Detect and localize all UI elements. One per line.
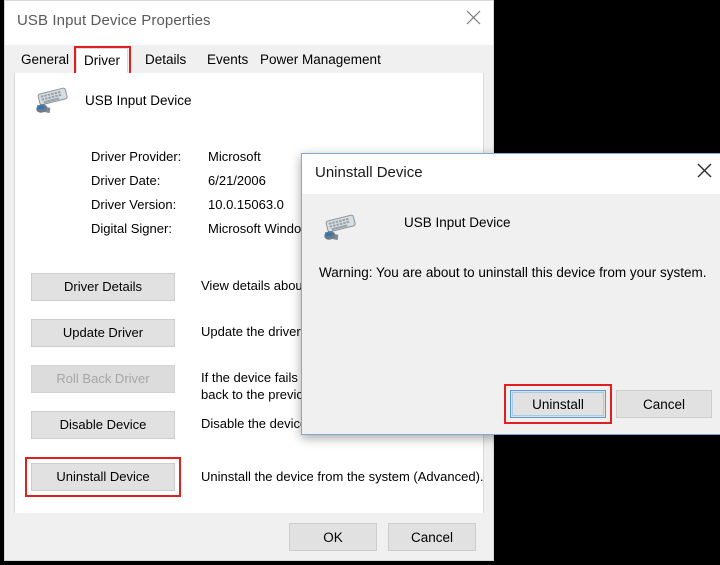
keyboard-mouse-glyph bbox=[324, 214, 356, 241]
tab-general[interactable]: General bbox=[14, 48, 76, 73]
close-glyph bbox=[697, 163, 712, 178]
driver-details-button[interactable]: Driver Details bbox=[31, 273, 175, 301]
roll-back-driver-button[interactable]: Roll Back Driver bbox=[31, 365, 175, 393]
uninstall-device-description: Uninstall the device from the system (Ad… bbox=[201, 469, 484, 484]
cancel-button[interactable]: Cancel bbox=[388, 523, 476, 551]
close-glyph bbox=[466, 10, 481, 25]
driver-version-label: Driver Version: bbox=[91, 197, 177, 212]
dialog-device-name: USB Input Device bbox=[404, 215, 511, 230]
disable-device-description: Disable the device. bbox=[201, 416, 311, 431]
digital-signer-label: Digital Signer: bbox=[91, 221, 172, 236]
tab-details[interactable]: Details bbox=[138, 48, 193, 73]
properties-titlebar: USB Input Device Properties bbox=[5, 1, 493, 45]
uninstall-cancel-button[interactable]: Cancel bbox=[616, 390, 712, 418]
driver-provider-label: Driver Provider: bbox=[91, 149, 182, 164]
tab-events[interactable]: Events bbox=[200, 48, 255, 73]
tab-power-management[interactable]: Power Management bbox=[253, 48, 388, 73]
uninstall-device-button[interactable]: Uninstall Device bbox=[31, 463, 175, 491]
uninstall-dialog-body: USB Input Device Warning: You are about … bbox=[302, 195, 720, 381]
driver-provider-value: Microsoft bbox=[208, 149, 261, 164]
tab-driver[interactable]: Driver bbox=[76, 48, 128, 73]
close-icon[interactable] bbox=[453, 1, 493, 31]
ok-button[interactable]: OK bbox=[289, 523, 377, 551]
tabstrip: General Driver Details Events Power Mana… bbox=[14, 46, 484, 75]
properties-footer: OK Cancel bbox=[5, 513, 493, 560]
device-name-label: USB Input Device bbox=[85, 93, 192, 108]
disable-device-button[interactable]: Disable Device bbox=[31, 411, 175, 439]
update-driver-button[interactable]: Update Driver bbox=[31, 319, 175, 347]
usb-input-device-icon bbox=[319, 212, 363, 246]
close-icon[interactable] bbox=[684, 154, 720, 184]
uninstall-confirm-button[interactable]: Uninstall bbox=[510, 390, 606, 418]
uninstall-dialog-footer: Uninstall Cancel bbox=[302, 381, 720, 435]
page-title: USB Input Device Properties bbox=[17, 12, 211, 29]
driver-date-value: 6/21/2006 bbox=[208, 173, 266, 188]
uninstall-device-dialog: Uninstall Device USB Input Device Warnin… bbox=[301, 153, 720, 435]
keyboard-mouse-glyph bbox=[36, 87, 68, 114]
usb-input-device-icon bbox=[31, 85, 75, 119]
driver-version-value: 10.0.15063.0 bbox=[208, 197, 284, 212]
uninstall-device-row: Uninstall Device Uninstall the device fr… bbox=[25, 457, 484, 507]
uninstall-dialog-titlebar: Uninstall Device bbox=[302, 154, 720, 195]
uninstall-warning-text: Warning: You are about to uninstall this… bbox=[319, 265, 707, 280]
driver-date-label: Driver Date: bbox=[91, 173, 161, 188]
uninstall-dialog-title: Uninstall Device bbox=[315, 164, 423, 181]
